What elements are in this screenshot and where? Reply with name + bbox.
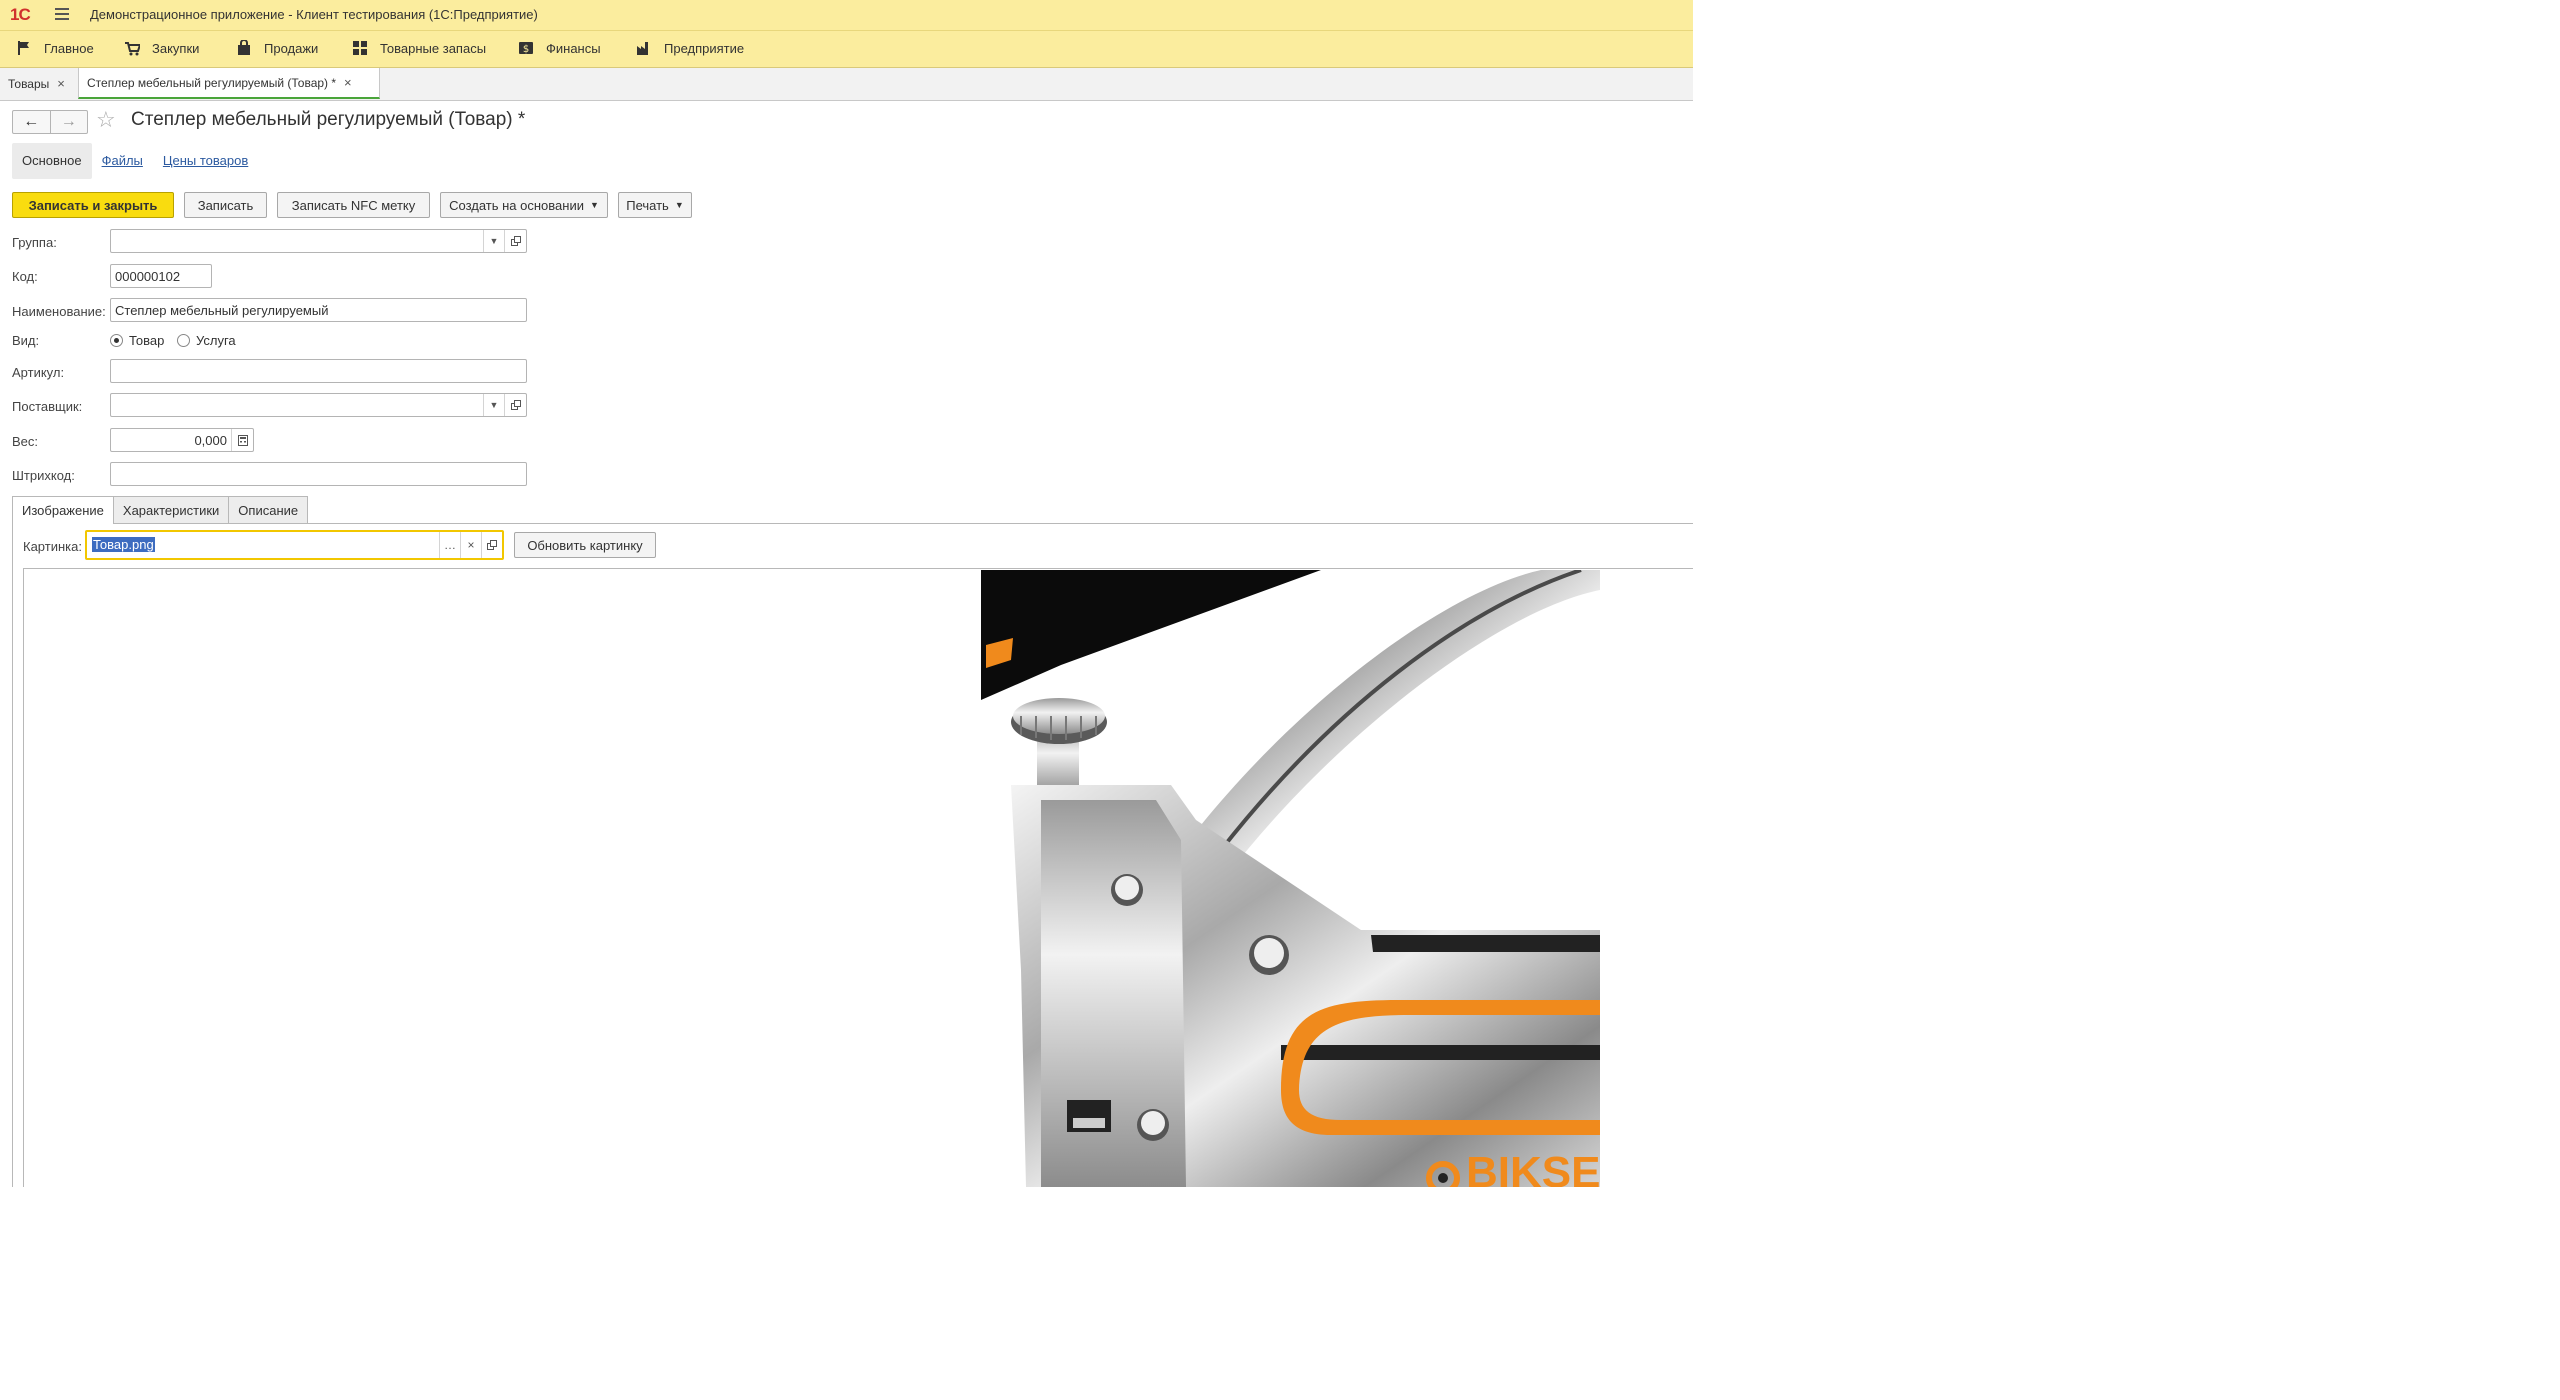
- barcode-field[interactable]: [110, 462, 527, 486]
- cart-icon: [125, 42, 140, 56]
- write-nfc-button[interactable]: Записать NFC метку: [277, 192, 430, 218]
- subtab-files[interactable]: Файлы: [92, 143, 153, 179]
- subtab-prices[interactable]: Цены товаров: [153, 143, 258, 179]
- window-title: Демонстрационное приложение - Клиент тес…: [90, 7, 538, 22]
- code-field[interactable]: 000000102: [110, 264, 212, 288]
- group-label: Группа:: [12, 235, 57, 250]
- form-subtabs: Основное Файлы Цены товаров: [12, 143, 258, 179]
- open-windows-bar: Товары × Степлер мебельный регулируемый …: [0, 68, 1693, 101]
- picture-label: Картинка:: [23, 539, 82, 554]
- create-based-on-button[interactable]: Создать на основании ▼: [440, 192, 608, 218]
- weight-field[interactable]: 0,000: [110, 428, 254, 452]
- print-button[interactable]: Печать ▼: [618, 192, 692, 218]
- menu-label: Предприятие: [664, 40, 745, 56]
- dropdown-caret-icon: ▼: [674, 200, 684, 210]
- brand-text: BIKSE: [1466, 1148, 1600, 1187]
- save-button[interactable]: Записать: [184, 192, 267, 218]
- barcode-label: Штрихкод:: [12, 468, 75, 483]
- code-label: Код:: [12, 269, 38, 284]
- hamburger-menu-icon[interactable]: [55, 8, 69, 20]
- clear-icon[interactable]: ×: [460, 532, 481, 558]
- article-field[interactable]: [110, 359, 527, 383]
- picture-value: Товар.png: [92, 537, 155, 552]
- app-window: 1С Демонстрационное приложение - Клиент …: [0, 0, 1693, 1187]
- dropdown-icon[interactable]: ▼: [483, 394, 504, 416]
- bag-icon: [238, 40, 250, 55]
- close-icon[interactable]: ×: [57, 76, 65, 91]
- weight-value: 0,000: [194, 432, 227, 448]
- dropdown-icon[interactable]: ▼: [483, 230, 504, 252]
- radio-button[interactable]: [177, 334, 190, 347]
- kind-label: Вид:: [12, 333, 40, 348]
- main-menu: Главное Закупки Продажи Товарные запасы …: [0, 31, 1693, 68]
- menu-label: Финансы: [546, 40, 601, 56]
- button-label: Создать на основании: [449, 197, 584, 213]
- grid-icon: [353, 41, 367, 55]
- forward-arrow-icon[interactable]: →: [51, 111, 88, 133]
- menu-item-stock[interactable]: Товарные запасы: [352, 40, 486, 56]
- form-title: Степлер мебельный регулируемый (Товар) *: [131, 109, 526, 130]
- radio-button[interactable]: [110, 334, 123, 347]
- title-bar: 1С Демонстрационное приложение - Клиент …: [0, 0, 1693, 31]
- weight-label: Вес:: [12, 434, 39, 449]
- favorite-star-icon[interactable]: ☆: [96, 107, 116, 133]
- menu-label: Товарные запасы: [380, 40, 487, 56]
- page-tabs: Изображение Характеристики Описание: [12, 496, 309, 524]
- flag-icon: [18, 41, 29, 55]
- name-label: Наименование:: [12, 304, 106, 319]
- back-arrow-icon[interactable]: ←: [13, 111, 51, 133]
- open-tab-products[interactable]: Товары ×: [0, 68, 77, 99]
- open-icon[interactable]: [504, 394, 526, 416]
- tab-image[interactable]: Изображение: [12, 496, 114, 524]
- open-tab-label: Товары: [8, 76, 50, 91]
- supplier-label: Поставщик:: [12, 399, 83, 414]
- refresh-picture-button[interactable]: Обновить картинку: [514, 532, 656, 558]
- open-icon[interactable]: [481, 532, 502, 558]
- money-icon: $: [519, 42, 533, 55]
- open-tab-label: Степлер мебельный регулируемый (Товар) *: [87, 75, 337, 90]
- menu-label: Главное: [44, 40, 94, 56]
- subtab-main[interactable]: Основное: [12, 143, 92, 179]
- save-and-close-button[interactable]: Записать и закрыть: [12, 192, 174, 218]
- menu-item-purchases[interactable]: Закупки: [124, 40, 199, 56]
- dropdown-caret-icon: ▼: [589, 200, 599, 210]
- radio-label: Товар: [129, 333, 165, 348]
- history-nav: ← →: [12, 110, 88, 134]
- radio-label: Услуга: [196, 333, 236, 348]
- button-label: Печать: [626, 197, 669, 213]
- open-icon[interactable]: [504, 230, 526, 252]
- name-field[interactable]: Степлер мебельный регулируемый: [110, 298, 527, 322]
- group-field[interactable]: ▼: [110, 229, 527, 253]
- menu-item-enterprise[interactable]: Предприятие: [636, 40, 744, 56]
- tab-description[interactable]: Описание: [228, 496, 309, 523]
- picture-field[interactable]: Товар.png … ×: [85, 530, 504, 560]
- svg-text:$: $: [523, 44, 529, 55]
- calculator-icon[interactable]: [231, 429, 253, 451]
- menu-item-main[interactable]: Главное: [16, 40, 94, 56]
- select-file-icon[interactable]: …: [439, 532, 460, 558]
- menu-item-finance[interactable]: $ Финансы: [518, 40, 601, 56]
- close-icon[interactable]: ×: [344, 75, 352, 90]
- code-value: 000000102: [115, 268, 181, 284]
- app-logo: 1С: [10, 5, 31, 24]
- tab-characteristics[interactable]: Характеристики: [112, 496, 230, 523]
- open-tab-stapler[interactable]: Степлер мебельный регулируемый (Товар) *…: [78, 68, 380, 99]
- factory-icon: [637, 42, 648, 55]
- article-label: Артикул:: [12, 365, 65, 380]
- menu-label: Закупки: [152, 40, 200, 56]
- menu-item-sales[interactable]: Продажи: [236, 40, 318, 56]
- stapler-photo: BIKSE: [981, 570, 1600, 1187]
- kind-radio-goods[interactable]: Товар: [110, 333, 164, 348]
- supplier-field[interactable]: ▼: [110, 393, 527, 417]
- menu-label: Продажи: [264, 40, 319, 56]
- name-value: Степлер мебельный регулируемый: [115, 302, 329, 318]
- kind-radio-service[interactable]: Услуга: [177, 333, 236, 348]
